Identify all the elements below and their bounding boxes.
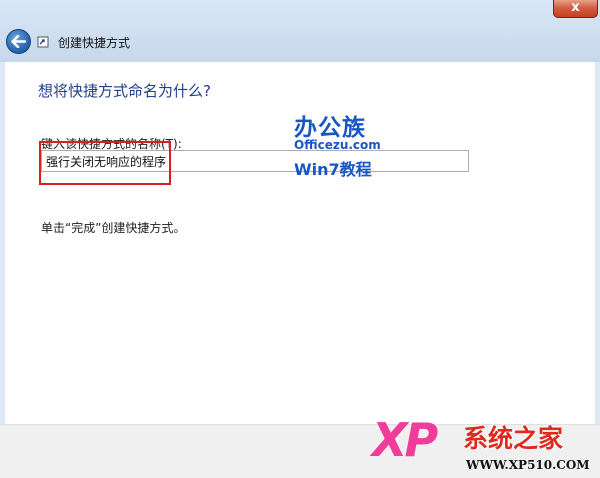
xp-watermark-url: WWW.XP510.COM	[466, 458, 590, 472]
officezu-watermark-tag: Win7教程	[294, 160, 372, 179]
back-button[interactable]	[6, 29, 31, 54]
red-highlight-box	[39, 141, 171, 185]
xp-watermark-name: 系统之家	[463, 424, 564, 453]
finish-hint-text: 单击“完成”创建快捷方式。	[41, 221, 186, 235]
title-bar: x 创建快捷方式	[0, 0, 600, 62]
officezu-watermark-title: 办公族	[294, 115, 366, 141]
back-arrow-icon	[11, 35, 26, 48]
officezu-watermark-site: Officezu.com	[294, 138, 381, 152]
close-icon: x	[571, 0, 580, 15]
close-button[interactable]: x	[553, 0, 598, 18]
xp-watermark-logo: XP	[372, 413, 438, 467]
wizard-title: 创建快捷方式	[58, 36, 131, 50]
page-heading: 想将快捷方式命名为什么?	[38, 82, 211, 100]
wizard-content: 想将快捷方式命名为什么? 键入该快捷方式的名称(T): 单击“完成”创建快捷方式…	[5, 62, 595, 424]
shortcut-wizard-icon	[37, 36, 49, 48]
